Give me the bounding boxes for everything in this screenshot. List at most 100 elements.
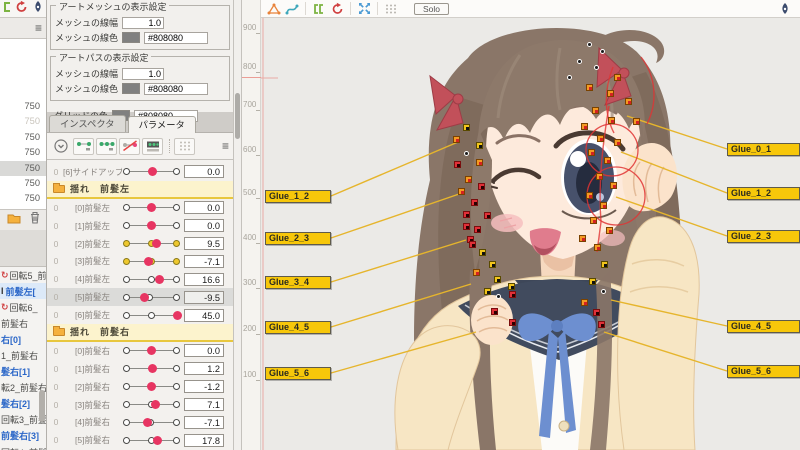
model-canvas[interactable]: Glue_1_2Glue_2_3Glue_3_4Glue_4_5Glue_5_6… bbox=[261, 18, 800, 450]
parameter-value[interactable]: 7.1 bbox=[184, 398, 224, 411]
parameter-slider[interactable] bbox=[122, 219, 180, 233]
slider-keypoint[interactable] bbox=[173, 276, 180, 283]
parameter-slider[interactable] bbox=[122, 272, 180, 286]
slider-keypoint[interactable] bbox=[123, 437, 130, 444]
glue-point-red[interactable] bbox=[491, 308, 498, 315]
mesh-vertex[interactable] bbox=[496, 294, 501, 299]
solo-button[interactable]: Solo bbox=[414, 3, 449, 15]
slider-keypoint[interactable] bbox=[123, 204, 130, 211]
parameter-row[interactable]: 0[4]前髪右-7.1 bbox=[47, 413, 233, 431]
slider-keypoint[interactable] bbox=[123, 222, 130, 229]
rotate-deformer-icon[interactable] bbox=[328, 1, 346, 16]
slider-keypoint[interactable] bbox=[123, 168, 130, 175]
mesh-line-color-input[interactable] bbox=[144, 32, 208, 44]
slider-keypoint[interactable] bbox=[173, 204, 180, 211]
parameter-value[interactable]: 0.0 bbox=[184, 219, 224, 232]
slider-keypoint[interactable] bbox=[173, 347, 180, 354]
parameter-value[interactable]: 0.0 bbox=[184, 165, 224, 178]
slider-keypoint[interactable] bbox=[173, 294, 180, 301]
scrollbar-thumb[interactable] bbox=[235, 93, 240, 139]
mesh-vertex[interactable] bbox=[587, 42, 592, 47]
artmesh-tool-icon[interactable] bbox=[265, 1, 283, 16]
slider-keypoint[interactable] bbox=[123, 312, 130, 319]
parameter-row[interactable]: 0[6]前髪左45.0 bbox=[47, 306, 233, 324]
parameter-value[interactable]: 1.2 bbox=[184, 362, 224, 375]
parameter-slider[interactable] bbox=[122, 237, 180, 251]
slider-keypoint[interactable] bbox=[173, 419, 180, 426]
glue-point-orange[interactable] bbox=[465, 176, 472, 183]
expand-arrows-icon[interactable] bbox=[355, 1, 373, 16]
parameter-slider[interactable] bbox=[122, 308, 180, 322]
snap-grid-icon[interactable] bbox=[382, 1, 400, 16]
parameter-value[interactable]: -9.5 bbox=[184, 291, 224, 304]
glue-point-red[interactable] bbox=[471, 199, 478, 206]
glue-point-orange[interactable] bbox=[608, 117, 615, 124]
slider-knob[interactable] bbox=[143, 418, 152, 427]
glue-label[interactable]: Glue_4_5 bbox=[265, 321, 331, 334]
parameter-row[interactable]: 0[1]前髪右1.2 bbox=[47, 360, 233, 378]
slider-knob[interactable] bbox=[155, 275, 164, 284]
glue-point-orange[interactable] bbox=[610, 182, 617, 189]
slider-keypoint[interactable] bbox=[123, 240, 130, 247]
slider-keypoint[interactable] bbox=[173, 437, 180, 444]
parameter-slider[interactable] bbox=[122, 433, 180, 447]
parameter-slider[interactable] bbox=[122, 415, 180, 429]
slider-knob[interactable] bbox=[148, 364, 157, 373]
slider-keypoint[interactable] bbox=[173, 401, 180, 408]
glue-point-orange[interactable] bbox=[586, 84, 593, 91]
parameter-slider[interactable] bbox=[122, 398, 180, 412]
menu-icon[interactable]: ≡ bbox=[35, 22, 42, 34]
glue-point-yellow[interactable] bbox=[601, 261, 608, 268]
glue-point-orange[interactable] bbox=[596, 173, 603, 180]
mesh-vertex[interactable] bbox=[600, 49, 605, 54]
glue-point-yellow[interactable] bbox=[589, 278, 596, 285]
parameter-slider[interactable] bbox=[122, 290, 180, 304]
glue-point-orange[interactable] bbox=[590, 217, 597, 224]
glue-point-red[interactable] bbox=[463, 211, 470, 218]
parameter-value[interactable]: -7.1 bbox=[184, 416, 224, 429]
glue-point-orange[interactable] bbox=[581, 123, 588, 130]
glue-point-orange[interactable] bbox=[458, 188, 465, 195]
glue-point-orange[interactable] bbox=[476, 159, 483, 166]
parameter-row[interactable]: 0[4]前髪左16.6 bbox=[47, 270, 233, 288]
glue-point-orange[interactable] bbox=[604, 157, 611, 164]
glue-point-red[interactable] bbox=[474, 226, 481, 233]
key-delete-icon[interactable] bbox=[119, 138, 140, 155]
glue-point-orange[interactable] bbox=[606, 227, 613, 234]
parameter-slider[interactable] bbox=[122, 362, 180, 376]
slider-knob[interactable] bbox=[151, 400, 160, 409]
tree-scrollbar[interactable] bbox=[39, 390, 45, 422]
glue-label[interactable]: Glue_1_2 bbox=[727, 187, 800, 200]
deformer-value-row[interactable]: 750 bbox=[0, 161, 46, 176]
parameter-row[interactable]: 0[2]前髪左9.5 bbox=[47, 235, 233, 253]
slider-keypoint[interactable] bbox=[123, 401, 130, 408]
parameter-value[interactable]: 9.5 bbox=[184, 237, 224, 250]
grid-dots-icon[interactable] bbox=[174, 138, 195, 155]
glue-pen-tool-icon[interactable] bbox=[32, 0, 44, 18]
glue-point-orange[interactable] bbox=[614, 139, 621, 146]
parameter-slider[interactable] bbox=[122, 344, 180, 358]
collapse-all-icon[interactable] bbox=[51, 138, 71, 155]
glue-label[interactable]: Glue_4_5 bbox=[727, 320, 800, 333]
parameter-row[interactable]: 0[3]前髪右7.1 bbox=[47, 396, 233, 414]
parameter-menu-icon[interactable]: ≡ bbox=[222, 140, 229, 152]
slider-keypoint[interactable] bbox=[148, 312, 155, 319]
glue-point-orange[interactable] bbox=[607, 90, 614, 97]
tree-item[interactable]: ↻回転6_ bbox=[0, 299, 46, 315]
parameter-row[interactable]: 0[3]前髪左-7.1 bbox=[47, 252, 233, 270]
tree-item[interactable]: 回転4_前髪 bbox=[0, 444, 46, 450]
glue-point-orange[interactable] bbox=[633, 118, 640, 125]
bracket-deformer-icon[interactable] bbox=[310, 1, 328, 16]
bracket-tool-icon[interactable] bbox=[1, 0, 11, 18]
glue-point-red[interactable] bbox=[509, 291, 516, 298]
slider-keypoint[interactable] bbox=[123, 258, 130, 265]
parameter-value[interactable]: 0.0 bbox=[184, 201, 224, 214]
glue-point-yellow[interactable] bbox=[508, 283, 515, 290]
mesh-line-color-swatch[interactable] bbox=[122, 32, 140, 43]
deformer-value-row[interactable]: 750 bbox=[0, 191, 46, 206]
key-settings-icon[interactable] bbox=[142, 138, 163, 155]
tree-item[interactable]: ↻回転5_前 bbox=[0, 267, 46, 283]
glue-point-yellow[interactable] bbox=[489, 261, 496, 268]
glue-point-yellow[interactable] bbox=[476, 142, 483, 149]
deformer-value-row[interactable]: 750 bbox=[0, 176, 46, 191]
